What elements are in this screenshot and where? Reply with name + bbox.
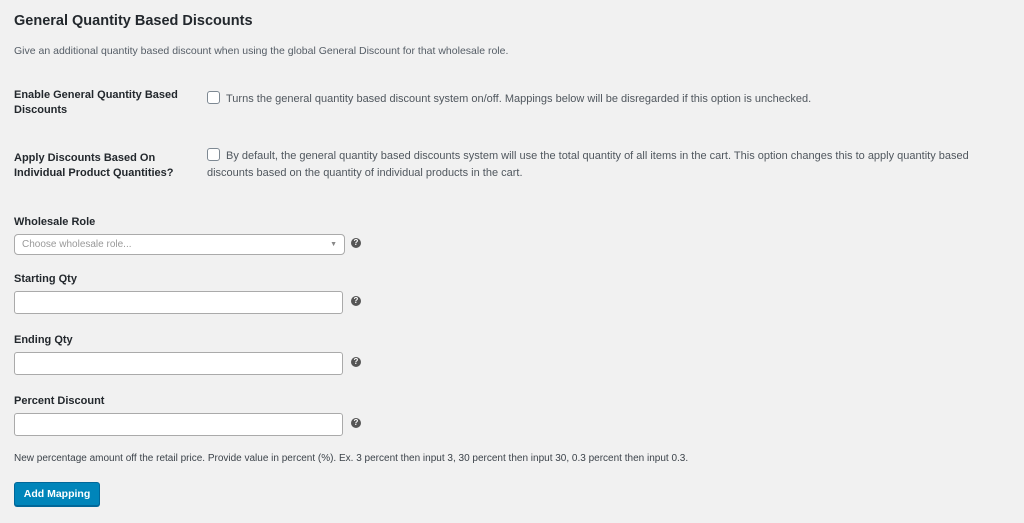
individual-qty-label: Apply Discounts Based On Individual Prod… <box>14 152 174 179</box>
section-title: General Quantity Based Discounts <box>14 13 253 29</box>
percent-discount-input[interactable] <box>14 413 343 436</box>
help-icon[interactable]: ? <box>351 357 361 367</box>
chevron-down-icon: ▼ <box>330 241 337 248</box>
help-icon[interactable]: ? <box>351 296 361 306</box>
section-description: Give an additional quantity based discou… <box>14 45 509 57</box>
percent-discount-label: Percent Discount <box>14 395 105 407</box>
enable-discounts-checkbox[interactable] <box>207 91 220 104</box>
wholesale-role-placeholder: Choose wholesale role... <box>22 239 132 250</box>
individual-qty-description: By default, the general quantity based d… <box>207 150 969 179</box>
wholesale-role-label: Wholesale Role <box>14 216 96 228</box>
individual-qty-checkbox[interactable] <box>207 148 220 161</box>
ending-qty-label: Ending Qty <box>14 334 73 346</box>
starting-qty-input[interactable] <box>14 291 343 314</box>
enable-discounts-row: Turns the general quantity based discoun… <box>207 91 1012 108</box>
add-mapping-button[interactable]: Add Mapping <box>14 482 100 506</box>
wholesale-role-select[interactable]: Choose wholesale role... ▼ <box>14 234 345 255</box>
ending-qty-input[interactable] <box>14 352 343 375</box>
percent-discount-note: New percentage amount off the retail pri… <box>14 453 689 464</box>
help-icon[interactable]: ? <box>351 238 361 248</box>
help-icon[interactable]: ? <box>351 418 361 428</box>
enable-discounts-description: Turns the general quantity based discoun… <box>226 93 812 105</box>
individual-qty-row: By default, the general quantity based d… <box>207 148 1012 182</box>
starting-qty-label: Starting Qty <box>14 273 77 285</box>
enable-discounts-label: Enable General Quantity Based Discounts <box>14 89 178 116</box>
